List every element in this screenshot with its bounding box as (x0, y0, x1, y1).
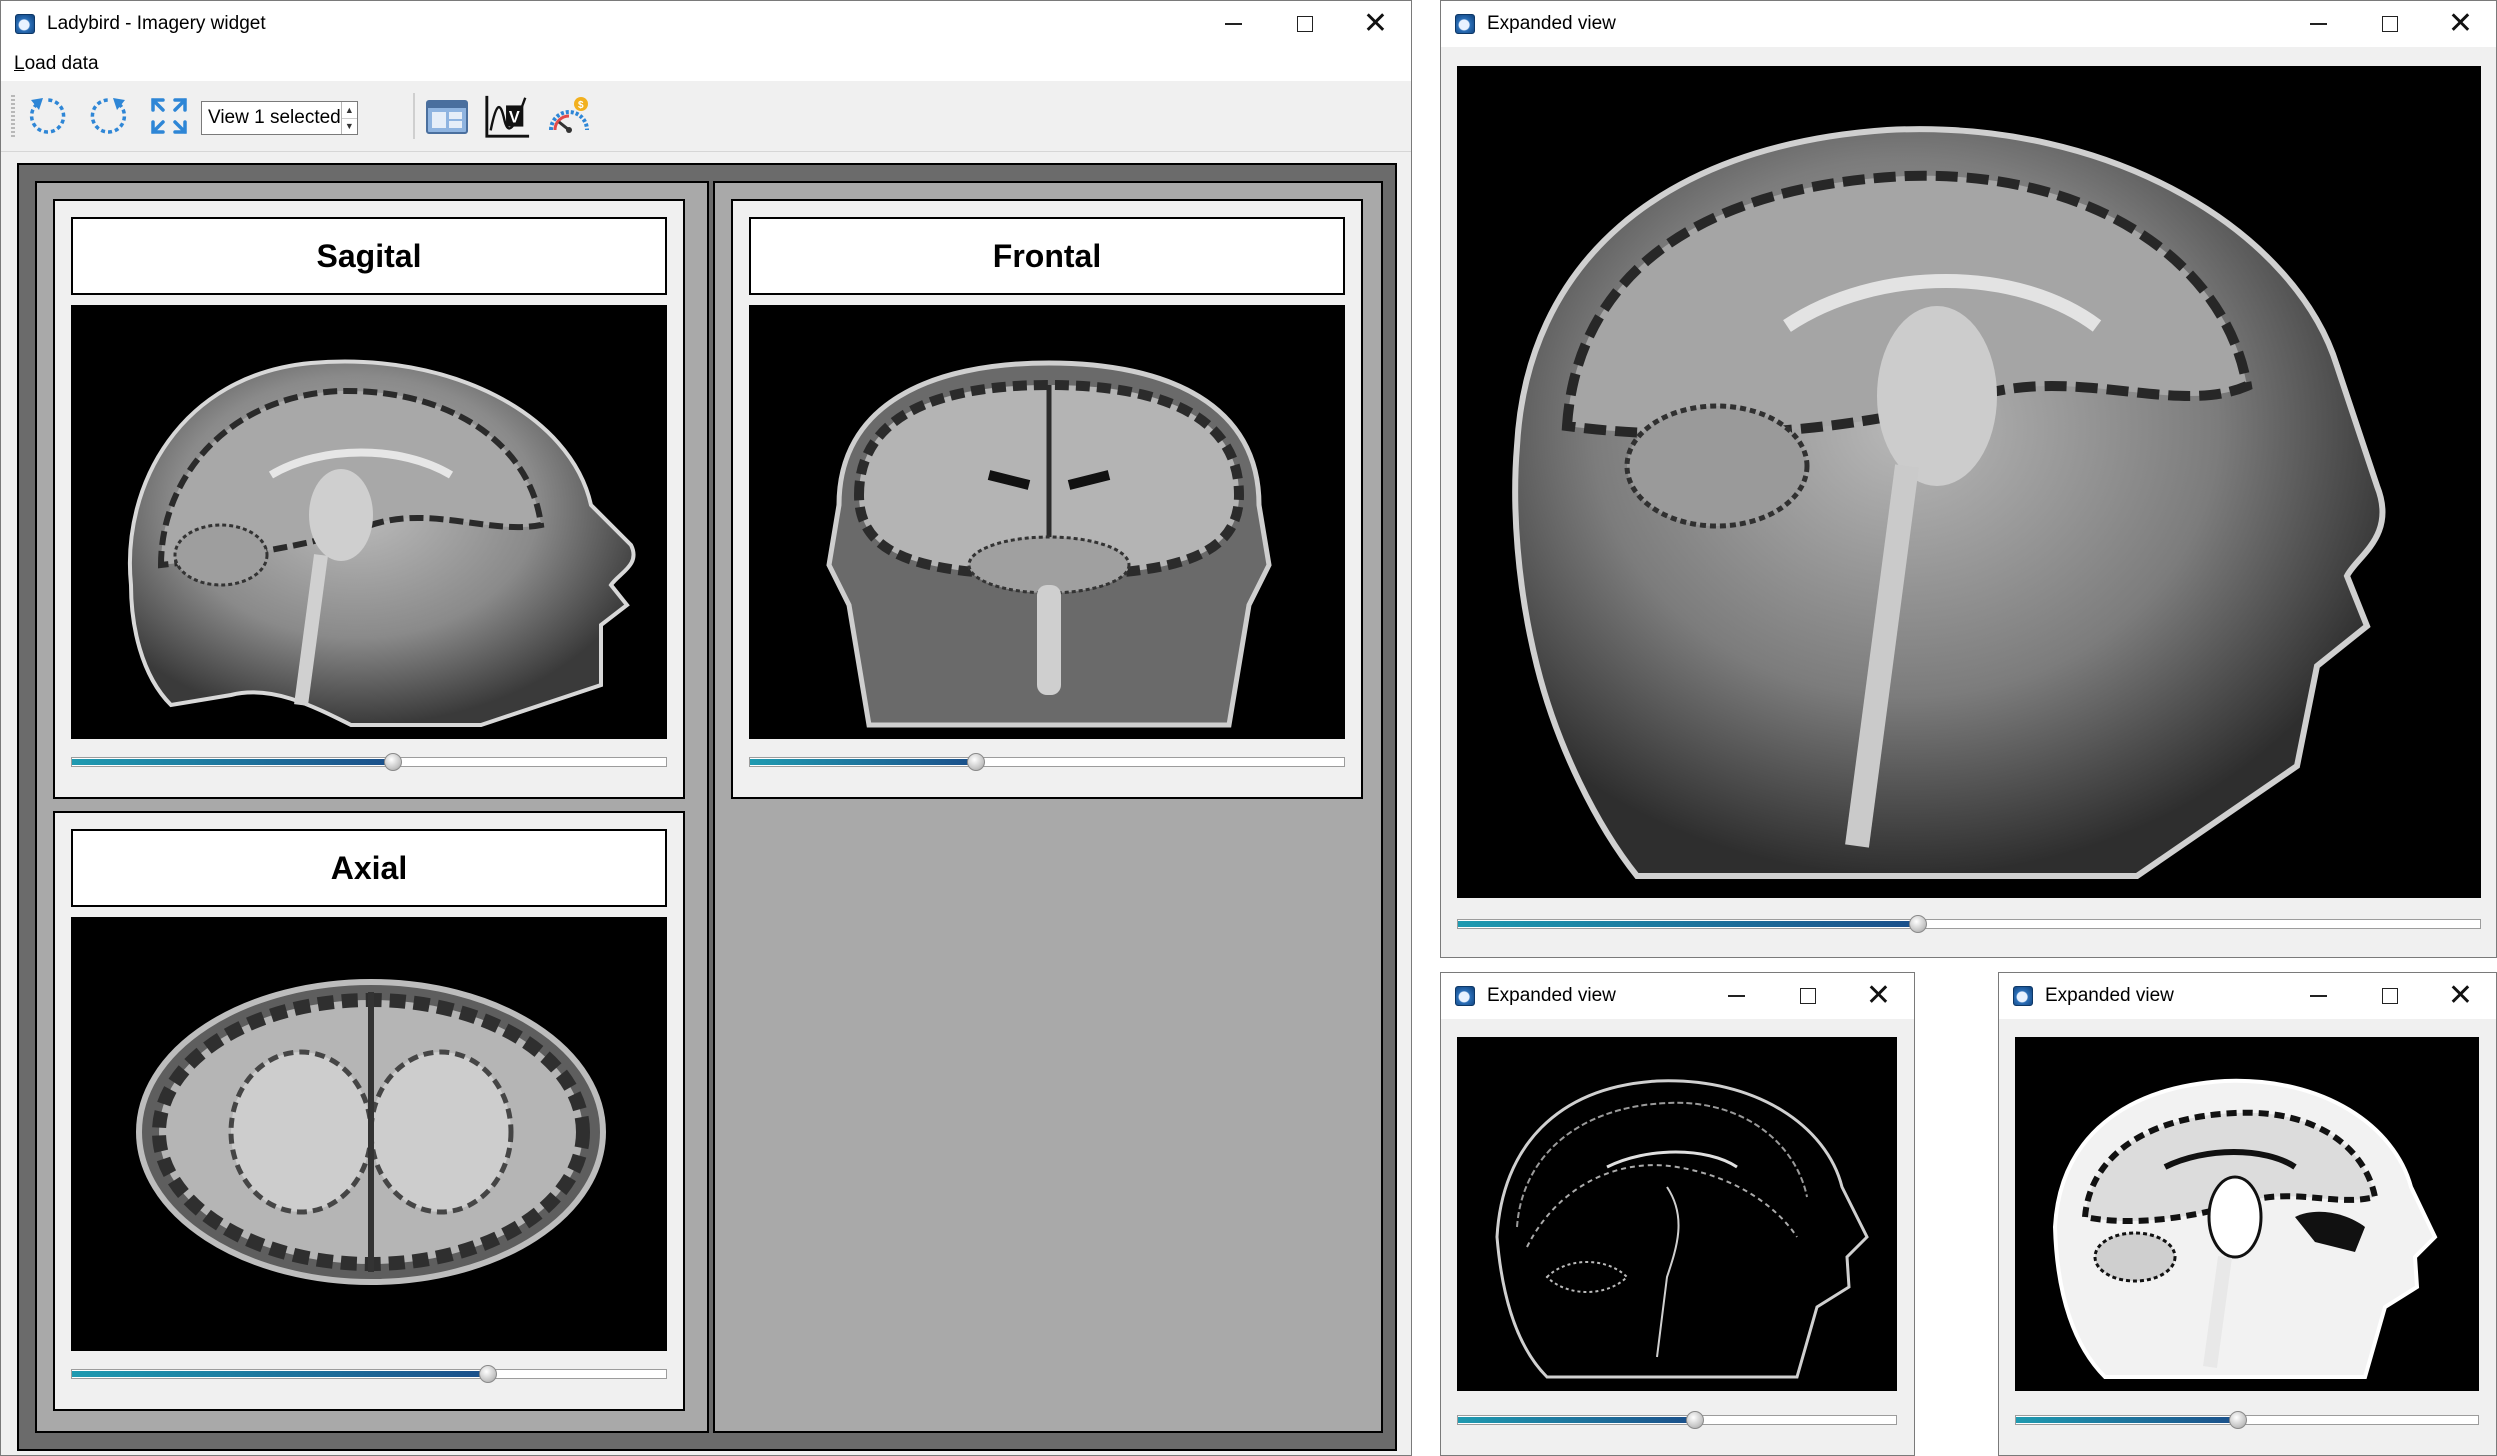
expanded-window-2: Expanded view ✕ (1440, 972, 1915, 1456)
ladybird-app-icon (1455, 986, 1475, 1006)
menu-load-data[interactable]: Load data (14, 53, 99, 75)
view-label-frontal: Frontal (749, 217, 1345, 295)
toolbar-grip[interactable] (11, 95, 15, 137)
sagital-image[interactable] (71, 305, 667, 739)
window-title: Expanded view (1487, 985, 1616, 1006)
view-panel-sagital[interactable]: Sagital (53, 199, 685, 799)
coronal-mri-icon (826, 360, 1272, 728)
close-button[interactable]: ✕ (1340, 1, 1411, 47)
slider-fill (2016, 1417, 2238, 1423)
spin-down-icon[interactable]: ▼ (342, 119, 357, 135)
ladybird-app-icon (2013, 986, 2033, 1006)
sagittal-edge-mri-icon (1495, 1079, 1869, 1379)
slice-slider-sagital[interactable] (71, 753, 667, 771)
slice-slider-axial[interactable] (71, 1365, 667, 1383)
maximize-button[interactable] (1772, 973, 1843, 1019)
expanded-window-1: Expanded view ✕ (1440, 0, 2497, 958)
slider-handle[interactable] (478, 1365, 497, 1383)
chart-button[interactable]: V (483, 92, 531, 140)
slice-slider-expanded-3[interactable] (2015, 1411, 2479, 1429)
close-button[interactable]: ✕ (2425, 973, 2496, 1019)
slider-handle[interactable] (383, 753, 402, 771)
slider-handle[interactable] (1685, 1411, 1704, 1429)
view-selector-spinbox[interactable]: View 1 selected ▲ ▼ (201, 101, 358, 135)
fit-screen-button[interactable] (145, 92, 193, 140)
view-panel-frontal[interactable]: Frontal (731, 199, 1363, 799)
frontal-image[interactable] (749, 305, 1345, 739)
svg-text:$: $ (578, 100, 584, 111)
slider-handle[interactable] (966, 753, 985, 771)
slice-slider-frontal[interactable] (749, 753, 1345, 771)
minimize-button[interactable] (2283, 1, 2354, 47)
title-bar[interactable]: Expanded view ✕ (1441, 1, 2496, 47)
fit-screen-icon (151, 98, 187, 134)
maximize-button[interactable] (1269, 1, 1340, 47)
toolbar: View 1 selected ▲ ▼ V $ (1, 81, 1411, 152)
right-view-column: Frontal (713, 181, 1383, 1433)
window-title: Ladybird - Imagery widget (47, 13, 266, 34)
rotate-left-icon (29, 98, 66, 134)
ladybird-app-icon (1455, 14, 1475, 34)
window-layout-button[interactable] (423, 92, 471, 140)
slider-fill (72, 1371, 488, 1377)
minimize-button[interactable] (1701, 973, 1772, 1019)
window-title: Expanded view (1487, 13, 1616, 34)
left-view-column: Sagital Axial (35, 181, 709, 1433)
title-bar[interactable]: Expanded view ✕ (1999, 973, 2496, 1019)
slider-fill (1458, 1417, 1695, 1423)
window-layout-icon (426, 100, 468, 134)
expanded-image[interactable] (1457, 1037, 1897, 1391)
view-selector-value: View 1 selected (208, 107, 341, 128)
sagittal-mri-icon (128, 359, 636, 727)
gauge-button[interactable]: $ (545, 92, 593, 140)
spin-up-icon[interactable]: ▲ (341, 102, 357, 119)
slider-handle[interactable] (1908, 915, 1927, 933)
slider-fill (750, 759, 976, 765)
maximize-button[interactable] (2354, 973, 2425, 1019)
imagery-canvas: Sagital Axial Frontal (17, 163, 1397, 1451)
main-window: Ladybird - Imagery widget ✕ Load data Vi… (0, 0, 1412, 1456)
view-panel-axial[interactable]: Axial (53, 811, 685, 1411)
sagittal-threshold-mri-icon (2052, 1078, 2438, 1379)
expanded-image[interactable] (1457, 66, 2481, 898)
view-label-axial: Axial (71, 829, 667, 907)
menu-bar: Load data (1, 47, 1411, 81)
axial-image[interactable] (71, 917, 667, 1351)
slice-slider-expanded-2[interactable] (1457, 1411, 1897, 1429)
title-bar[interactable]: Ladybird - Imagery widget ✕ (1, 1, 1411, 47)
slider-handle[interactable] (2228, 1411, 2247, 1429)
chart-icon: V (485, 95, 530, 138)
minimize-button[interactable] (2283, 973, 2354, 1019)
expanded-window-3: Expanded view ✕ (1998, 972, 2497, 1456)
menu-load-data-label: oad data (24, 53, 99, 74)
maximize-button[interactable] (2354, 1, 2425, 47)
sagittal-mri-icon (1512, 126, 2386, 879)
spin-arrows: ▲ ▼ (340, 102, 357, 135)
view-label-sagital: Sagital (71, 217, 667, 295)
rotate-right-button[interactable] (85, 92, 133, 140)
title-bar[interactable]: Expanded view ✕ (1441, 973, 1914, 1019)
axial-mri-icon (136, 979, 606, 1285)
slider-fill (72, 759, 393, 765)
toolbar-separator (413, 93, 415, 139)
ladybird-app-icon (15, 14, 35, 34)
close-button[interactable]: ✕ (1843, 973, 1914, 1019)
window-title: Expanded view (2045, 985, 2174, 1006)
menu-load-data-accel: L (14, 53, 25, 74)
rotate-right-icon (90, 98, 127, 134)
rotate-left-button[interactable] (23, 92, 71, 140)
gauge-icon: $ (549, 97, 589, 133)
expanded-image[interactable] (2015, 1037, 2479, 1391)
slice-slider-expanded-1[interactable] (1457, 915, 2481, 933)
svg-text:V: V (509, 109, 520, 127)
slider-fill (1458, 921, 1918, 927)
minimize-button[interactable] (1198, 1, 1269, 47)
close-button[interactable]: ✕ (2425, 1, 2496, 47)
